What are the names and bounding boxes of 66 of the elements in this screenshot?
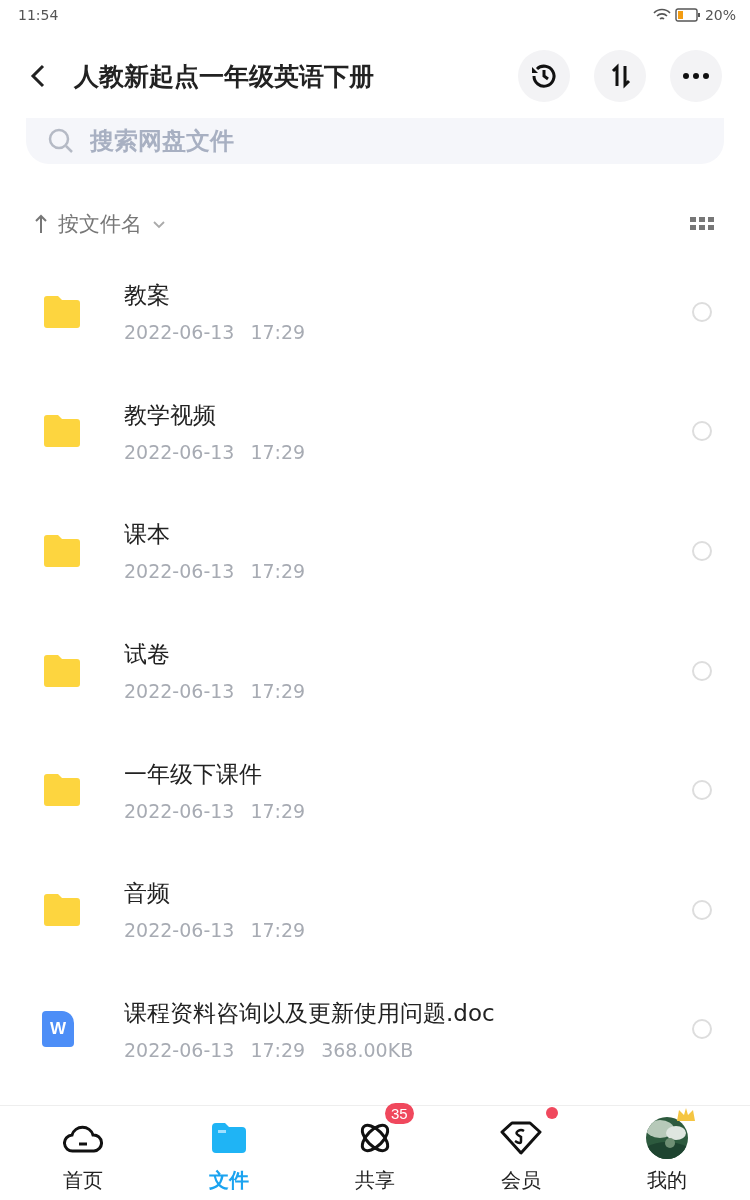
nav-tab[interactable]: 35 共享 bbox=[302, 1106, 448, 1200]
select-radio[interactable] bbox=[692, 660, 712, 681]
chevron-down-icon[interactable] bbox=[152, 219, 166, 229]
select-radio[interactable] bbox=[692, 421, 712, 442]
file-name: 试卷 bbox=[124, 640, 171, 670]
file-date: 2022-06-13 bbox=[124, 919, 235, 942]
battery-level: 20% bbox=[704, 7, 736, 23]
file-name: 课程资料咨询以及更新使用问题.doc bbox=[124, 998, 496, 1028]
grid-view-icon[interactable] bbox=[690, 216, 714, 232]
word-file-icon: W bbox=[42, 1011, 74, 1048]
file-time: 17:29 bbox=[250, 1038, 306, 1061]
file-row[interactable]: 教案 2022-06-13 17:29 bbox=[0, 252, 750, 372]
file-row[interactable]: 音频 2022-06-13 17:29 bbox=[0, 849, 750, 970]
history-button[interactable] bbox=[518, 50, 570, 102]
crown-icon bbox=[676, 1107, 696, 1123]
file-time: 17:29 bbox=[250, 680, 306, 703]
file-date: 2022-06-13 bbox=[124, 1038, 235, 1061]
status-time: 11:54 bbox=[18, 7, 59, 23]
file-date: 2022-06-13 bbox=[124, 799, 235, 822]
file-name: 音频 bbox=[124, 879, 171, 909]
folder-icon bbox=[42, 414, 82, 449]
file-date: 2022-06-13 bbox=[124, 440, 235, 463]
file-time: 17:29 bbox=[250, 321, 306, 344]
arrow-up-icon bbox=[34, 214, 48, 234]
sort-label[interactable]: 按文件名 bbox=[58, 210, 142, 238]
more-button[interactable] bbox=[670, 50, 722, 102]
file-date: 2022-06-13 bbox=[124, 321, 235, 344]
file-row[interactable]: 试卷 2022-06-13 17:29 bbox=[0, 610, 750, 731]
file-name: 一年级下课件 bbox=[124, 759, 263, 789]
search-field[interactable]: 搜索网盘文件 bbox=[26, 118, 724, 164]
select-radio[interactable] bbox=[692, 301, 712, 322]
battery-icon bbox=[674, 8, 701, 22]
wifi-icon bbox=[652, 8, 671, 22]
file-date: 2022-06-13 bbox=[124, 560, 235, 583]
sort-button[interactable] bbox=[594, 50, 646, 102]
select-radio[interactable] bbox=[692, 780, 712, 801]
nav-tab[interactable]: 会员 bbox=[448, 1106, 594, 1200]
folder-icon bbox=[211, 1122, 247, 1154]
file-date: 2022-06-13 bbox=[124, 680, 235, 703]
folder-icon bbox=[42, 653, 82, 688]
page-title: 人教新起点一年级英语下册 bbox=[74, 60, 375, 93]
select-radio[interactable] bbox=[692, 541, 712, 561]
file-row[interactable]: 教学视频 2022-06-13 17:29 bbox=[0, 371, 750, 492]
select-radio[interactable] bbox=[692, 1019, 712, 1040]
nav-tab[interactable]: 我的 bbox=[594, 1106, 740, 1200]
folder-icon bbox=[42, 773, 82, 808]
file-time: 17:29 bbox=[250, 919, 306, 942]
diamond-coin-icon bbox=[500, 1120, 542, 1156]
file-row[interactable]: W 课程资料咨询以及更新使用问题.doc 2022-06-13 17:29 368.00KB bbox=[0, 969, 750, 1090]
file-name: 教案 bbox=[124, 281, 171, 311]
nav-tab[interactable]: 首页 bbox=[10, 1106, 156, 1200]
file-row[interactable]: 一年级下课件 2022-06-13 17:29 bbox=[0, 730, 750, 850]
folder-icon bbox=[42, 294, 82, 329]
folder-icon bbox=[42, 892, 82, 927]
file-name: 教学视频 bbox=[124, 400, 217, 430]
file-time: 17:29 bbox=[250, 440, 306, 463]
file-time: 17:29 bbox=[250, 560, 306, 583]
file-size: 368.00KB bbox=[321, 1038, 414, 1061]
file-time: 17:29 bbox=[250, 799, 306, 822]
more-icon bbox=[682, 72, 710, 80]
file-row[interactable]: 课本 2022-06-13 17:29 bbox=[0, 491, 750, 611]
select-radio[interactable] bbox=[692, 899, 712, 920]
search-icon bbox=[48, 128, 74, 154]
file-name: 课本 bbox=[124, 520, 171, 550]
count-badge: 35 bbox=[385, 1103, 414, 1124]
folder-icon bbox=[42, 534, 82, 568]
